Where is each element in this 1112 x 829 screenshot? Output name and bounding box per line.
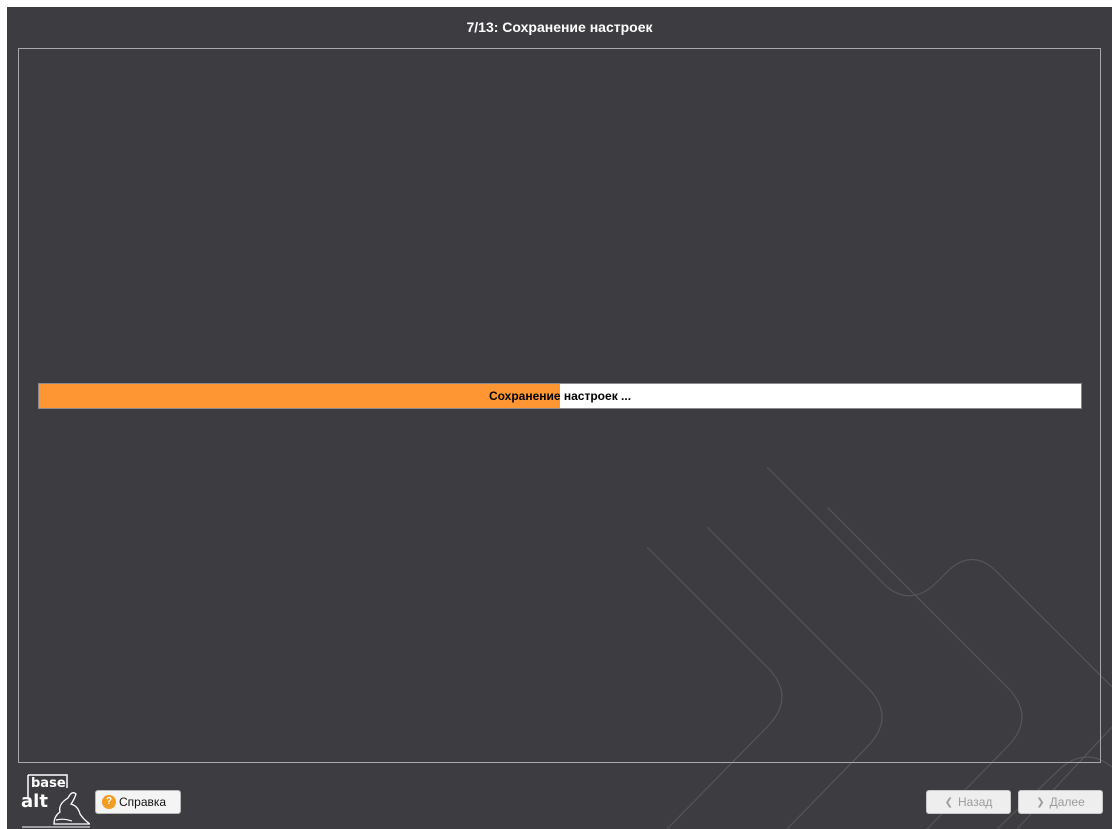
progress-bar: Сохранение настроек ... <box>38 383 1082 409</box>
installer-screen: 7/13: Сохранение настроек Сохранение нас… <box>7 7 1112 829</box>
next-button-label: Далее <box>1049 795 1085 809</box>
chevron-left-icon: ❮ <box>944 796 953 808</box>
progress-label: Сохранение настроек ... <box>488 389 632 403</box>
help-button-label: Справка <box>119 795 167 809</box>
page-title: 7/13: Сохранение настроек <box>466 19 653 35</box>
logo-text-bottom: alt <box>21 791 48 812</box>
next-button[interactable]: ❯ Далее <box>1018 790 1103 814</box>
question-icon: ? <box>102 795 116 809</box>
help-button[interactable]: ? Справка <box>95 790 181 814</box>
logo-text-top: base <box>31 776 66 791</box>
chevron-right-icon: ❯ <box>1036 796 1045 808</box>
back-button[interactable]: ❮ Назад <box>926 790 1011 814</box>
back-button-label: Назад <box>958 795 993 809</box>
basealt-logo: base alt <box>14 774 93 829</box>
